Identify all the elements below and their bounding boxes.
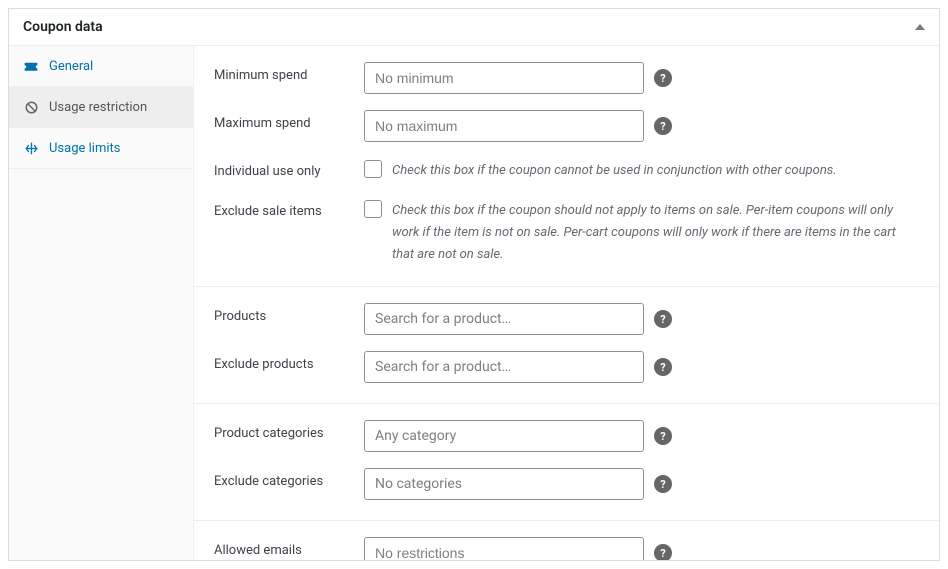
row-exclude-categories: Exclude categories No categories ?	[194, 458, 939, 506]
row-individual-use: Individual use only Check this box if th…	[194, 148, 939, 188]
sidebar-item-label: General	[49, 59, 93, 74]
row-allowed-emails: Allowed emails ?	[194, 527, 939, 560]
row-maximum-spend: Maximum spend ?	[194, 100, 939, 148]
field-description: Check this box if the coupon should not …	[392, 198, 919, 266]
field-label: Product categories	[214, 420, 364, 441]
sidebar-item-general[interactable]: General	[9, 46, 193, 87]
row-minimum-spend: Minimum spend ?	[194, 52, 939, 100]
product-categories-select[interactable]: Any category	[364, 420, 644, 452]
field-label: Exclude categories	[214, 468, 364, 489]
section: Products Search for a product… ? Exclude…	[194, 287, 939, 404]
arrows-icon	[23, 140, 39, 156]
section: Allowed emails ?	[194, 521, 939, 560]
field-label: Allowed emails	[214, 537, 364, 558]
help-icon[interactable]: ?	[654, 117, 672, 135]
content: Minimum spend ? Maximum spend ?	[194, 46, 939, 560]
exclude-sale-items-checkbox[interactable]	[364, 200, 382, 218]
field-label: Maximum spend	[214, 110, 364, 131]
help-icon[interactable]: ?	[654, 358, 672, 376]
help-icon[interactable]: ?	[654, 310, 672, 328]
coupon-data-panel: Coupon data General Usage restriction	[8, 8, 940, 561]
field-label: Exclude products	[214, 351, 364, 372]
exclude-categories-select[interactable]: No categories	[364, 468, 644, 500]
sidebar-item-usage-restriction[interactable]: Usage restriction	[9, 87, 193, 128]
maximum-spend-input[interactable]	[364, 110, 644, 142]
help-icon[interactable]: ?	[654, 544, 672, 560]
individual-use-checkbox[interactable]	[364, 160, 382, 178]
panel-header[interactable]: Coupon data	[9, 9, 939, 46]
field-label: Products	[214, 303, 364, 324]
ticket-icon	[23, 58, 39, 74]
sidebar-item-usage-limits[interactable]: Usage limits	[9, 128, 193, 169]
field-description: Check this box if the coupon cannot be u…	[392, 158, 837, 182]
help-icon[interactable]: ?	[654, 69, 672, 87]
section: Minimum spend ? Maximum spend ?	[194, 46, 939, 287]
panel-title: Coupon data	[23, 19, 103, 35]
help-icon[interactable]: ?	[654, 427, 672, 445]
field-label: Exclude sale items	[214, 198, 364, 219]
sidebar: General Usage restriction Usage limits	[9, 46, 194, 560]
products-select[interactable]: Search for a product…	[364, 303, 644, 335]
row-products: Products Search for a product… ?	[194, 293, 939, 341]
panel-body: General Usage restriction Usage limits	[9, 46, 939, 560]
section: Product categories Any category ? Exclud…	[194, 404, 939, 521]
row-exclude-sale-items: Exclude sale items Check this box if the…	[194, 188, 939, 272]
field-label: Minimum spend	[214, 62, 364, 83]
sidebar-item-label: Usage limits	[49, 141, 120, 156]
allowed-emails-input[interactable]	[364, 537, 644, 560]
exclude-products-select[interactable]: Search for a product…	[364, 351, 644, 383]
minimum-spend-input[interactable]	[364, 62, 644, 94]
collapse-up-icon	[915, 24, 925, 30]
row-product-categories: Product categories Any category ?	[194, 410, 939, 458]
row-exclude-products: Exclude products Search for a product… ?	[194, 341, 939, 389]
sidebar-item-label: Usage restriction	[49, 100, 147, 115]
ban-icon	[23, 99, 39, 115]
field-label: Individual use only	[214, 158, 364, 179]
help-icon[interactable]: ?	[654, 475, 672, 493]
